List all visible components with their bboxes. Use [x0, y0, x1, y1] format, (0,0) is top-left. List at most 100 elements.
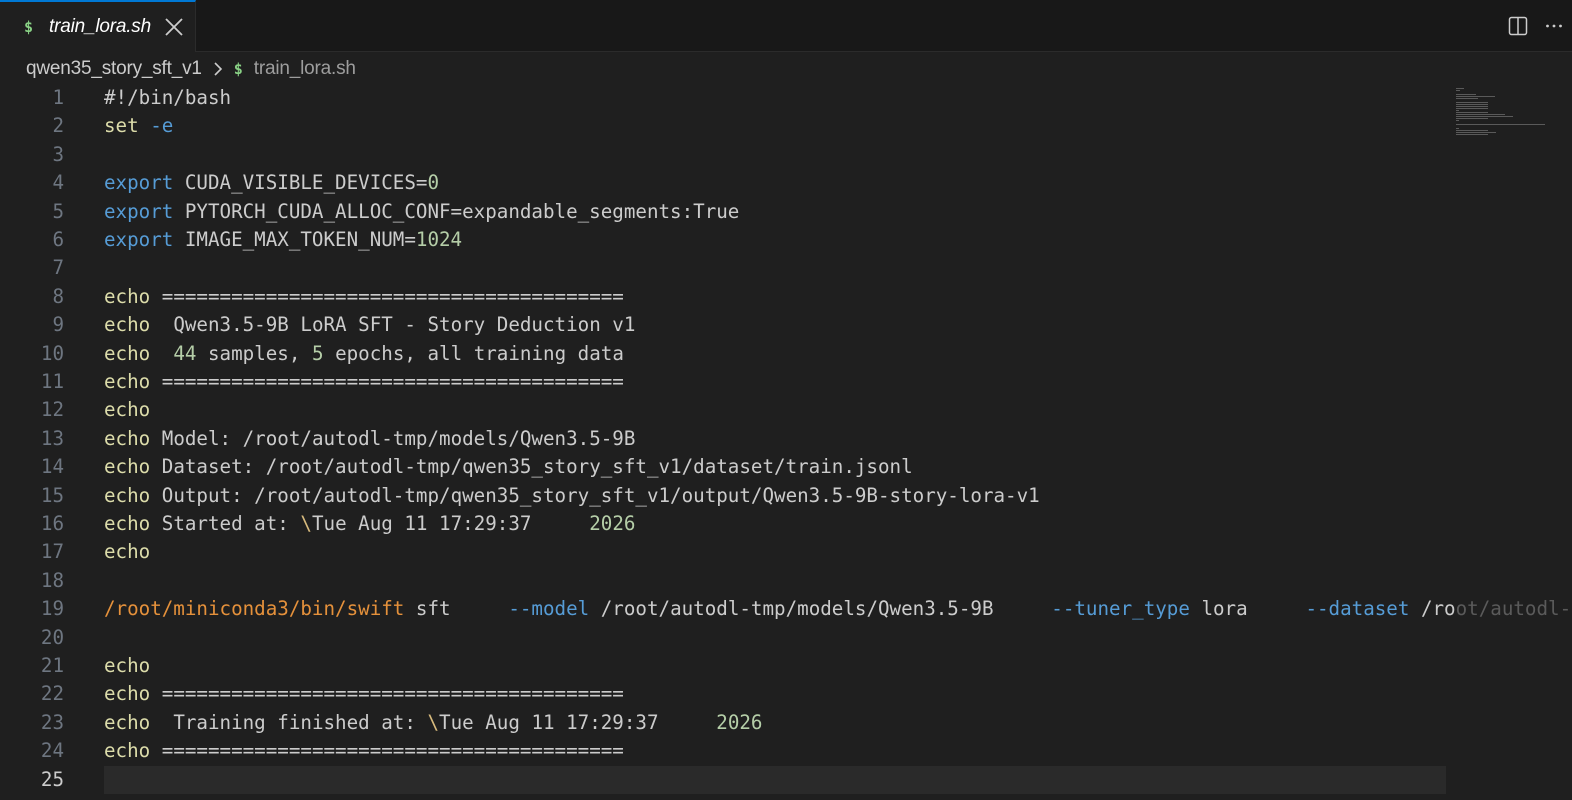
code-token: 0 — [427, 171, 440, 195]
breadcrumb-folder[interactable]: qwen35_story_sft_v1 — [26, 58, 202, 80]
code-token: Tue Aug 11 17:29:37 — [311, 512, 590, 535]
code-line[interactable]: 12 echo — [0, 396, 1450, 424]
minimap-line — [1456, 106, 1488, 107]
code-token: echo — [104, 654, 151, 677]
code-line[interactable]: 24 echo =================================… — [0, 737, 1450, 765]
line-number: 2 — [52, 114, 64, 138]
minimap-line — [1456, 112, 1489, 113]
code-token: ======================================== — [150, 739, 624, 763]
code-line[interactable]: 11 echo =================================… — [0, 368, 1450, 396]
code-token: Model: /root/autodl-tmp/models/Qwen3.5-9… — [150, 426, 636, 450]
line-number: 20 — [40, 625, 64, 649]
line-text: echo Output: /root/autodl-tmp/qwen35_sto… — [104, 482, 1040, 510]
code-token: export — [104, 228, 174, 251]
line-number: 24 — [40, 739, 64, 763]
minimap-line — [1456, 114, 1505, 115]
current-line-highlight — [104, 765, 1446, 794]
more-actions-icon[interactable] — [1536, 8, 1572, 44]
tab-title: train_lora.sh — [49, 16, 151, 37]
code-line[interactable]: 3 — [0, 141, 1450, 169]
code-token: --dataset — [1305, 597, 1410, 621]
code-line[interactable]: 5 export PYTORCH_CUDA_ALLOC_CONF=expandab… — [0, 198, 1450, 226]
line-number: 5 — [52, 199, 64, 223]
code-line[interactable]: 8 echo ==================================… — [0, 283, 1450, 311]
breadcrumb-file[interactable]: train_lora.sh — [254, 58, 356, 80]
code-token: echo — [104, 682, 151, 706]
line-number: 3 — [52, 142, 64, 166]
minimap-line — [1456, 116, 1513, 117]
line-text: echo — [104, 538, 150, 566]
line-number: 17 — [40, 540, 64, 564]
split-editor-icon[interactable] — [1500, 8, 1536, 44]
code-line[interactable]: 4 export CUDA_VISIBLE_DEVICES=0 — [0, 169, 1450, 197]
code-line[interactable]: 2 set -e — [0, 112, 1450, 140]
minimap[interactable] — [1452, 86, 1562, 146]
code-token: epochs, all training data — [323, 341, 624, 365]
code-line[interactable]: 15 echo Output: /root/autodl-tmp/qwen35_s… — [0, 482, 1450, 510]
minimap-line — [1456, 108, 1488, 109]
minimap-line — [1456, 128, 1459, 129]
line-number: 14 — [40, 455, 64, 479]
code-token: samples, — [196, 341, 312, 365]
line-number: 21 — [40, 654, 64, 677]
minimap-line — [1456, 132, 1496, 133]
code-token: Qwen3.5-9B LoRA SFT - Story Deduction v1 — [150, 313, 636, 337]
line-text: #!/bin/bash — [104, 84, 231, 112]
code-token: echo — [104, 341, 151, 365]
line-text: echo — [104, 652, 150, 680]
code-token: echo — [104, 710, 151, 734]
line-number: 10 — [40, 341, 64, 365]
close-icon[interactable] — [163, 16, 185, 38]
code-token: /root/miniconda3/bin/swift — [104, 597, 405, 621]
line-text: echo Model: /root/autodl-tmp/models/Qwen… — [104, 425, 635, 453]
tab-train-lora[interactable]: $ train_lora.sh — [0, 0, 196, 52]
code-line[interactable]: 18 — [0, 567, 1450, 595]
code-token: echo — [104, 284, 151, 308]
line-number: 15 — [40, 483, 64, 507]
code-token: 44 — [173, 341, 197, 365]
code-token: lora — [1189, 597, 1306, 621]
code-line[interactable]: 13 echo Model: /root/autodl-tmp/models/Qw… — [0, 425, 1450, 453]
line-number: 7 — [52, 256, 64, 280]
minimap-line — [1456, 118, 1489, 119]
code-line[interactable]: 9 echo Qwen3.5-9B LoRA SFT - Story Deduct… — [0, 311, 1450, 339]
tab-bar: $ train_lora.sh — [0, 0, 1572, 52]
code-token: echo — [104, 398, 151, 422]
code-token: ======================================== — [150, 682, 624, 706]
code-line[interactable]: 22 echo =================================… — [0, 680, 1450, 708]
code-token: Output: /root/autodl-tmp/qwen35_story_sf… — [150, 483, 1040, 507]
code-line[interactable]: 17 echo — [0, 538, 1450, 566]
minimap-line — [1456, 94, 1477, 95]
code-token: export — [104, 171, 174, 195]
line-number: 22 — [40, 682, 64, 706]
code-token: echo — [104, 540, 151, 564]
code-token: echo — [104, 512, 151, 535]
code-line[interactable]: 1 #!/bin/bash — [0, 84, 1450, 112]
code-line[interactable]: 14 echo Dataset: /root/autodl-tmp/qwen35_… — [0, 453, 1450, 481]
code-editor[interactable]: 1 #!/bin/bash 2 set -e 3 4 export CUDA_VISIBLE… — [0, 86, 1572, 800]
code-line[interactable]: 23 echo Training finished at: \Tue Aug 11… — [0, 709, 1450, 737]
line-text: echo Qwen3.5-9B LoRA SFT - Story Deducti… — [104, 311, 635, 339]
code-token: set — [104, 114, 139, 138]
code-line[interactable]: 16 echo Started at: \Tue Aug 11 17:29:37 … — [0, 510, 1450, 538]
line-text: set -e — [104, 112, 173, 140]
line-text: echo Started at: \Tue Aug 11 17:29:37 20… — [104, 510, 635, 538]
code-line[interactable]: 7 — [0, 254, 1450, 282]
line-number: 23 — [40, 710, 64, 734]
minimap-line — [1456, 134, 1488, 135]
line-number: 11 — [40, 370, 64, 393]
code-token: echo — [104, 739, 151, 763]
code-line[interactable]: 19/root/miniconda3/bin/swift sft --model… — [0, 595, 1571, 623]
code-line[interactable]: 21 echo — [0, 652, 1450, 680]
code-line[interactable]: 6 export IMAGE_MAX_TOKEN_NUM=1024 — [0, 226, 1450, 254]
code-token: --model — [508, 597, 590, 621]
code-token: Training finished at: — [150, 710, 428, 734]
line-text: echo ===================================… — [104, 368, 624, 396]
line-text: export CUDA_VISIBLE_DEVICES=0 — [104, 169, 439, 197]
line-number: 13 — [40, 426, 64, 450]
line-text: echo ===================================… — [104, 283, 624, 311]
code-line[interactable]: 10 echo 44 samples, 5 epochs, all trainin… — [0, 340, 1450, 368]
code-line[interactable]: 20 — [0, 624, 1450, 652]
code-line[interactable]: 25 — [0, 765, 1450, 794]
